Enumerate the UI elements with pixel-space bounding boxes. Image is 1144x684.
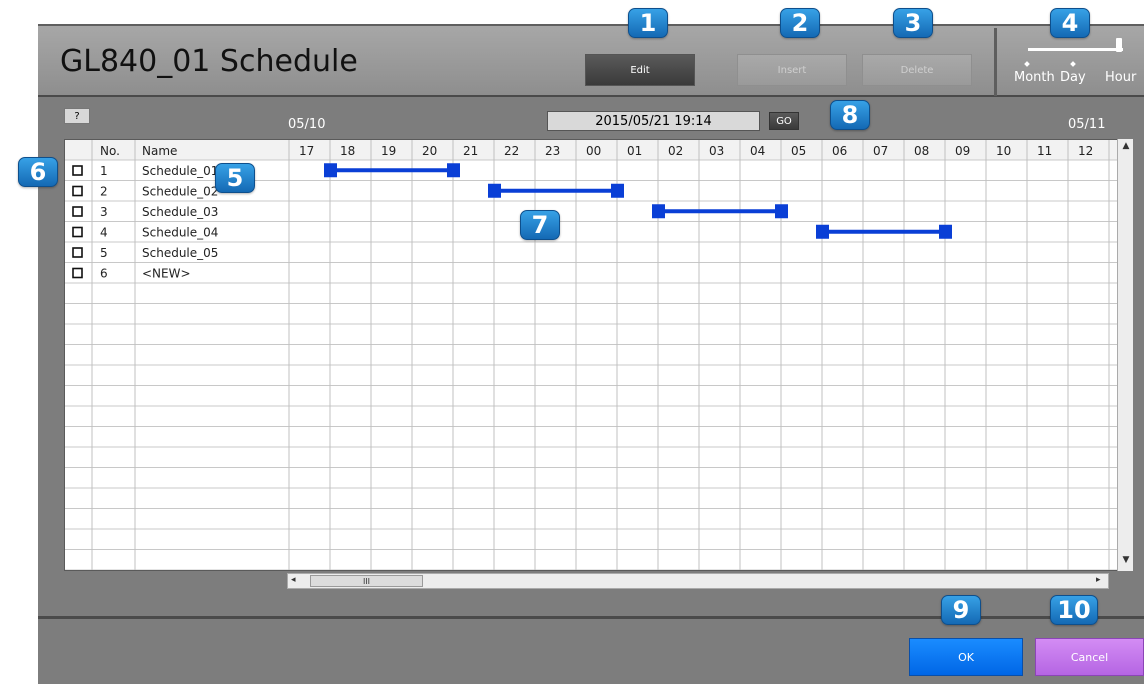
window-title: GL840_01 Schedule xyxy=(60,44,358,79)
date-label-left: 05/10 xyxy=(288,117,326,132)
hour-header-08: 08 xyxy=(914,144,929,158)
row-no: 5 xyxy=(100,246,108,260)
row-name[interactable]: Schedule_04 xyxy=(142,226,218,240)
schedule-start-handle[interactable] xyxy=(324,163,337,178)
row-name[interactable]: Schedule_03 xyxy=(142,205,218,219)
hour-header-22: 22 xyxy=(504,144,519,158)
hour-header-01: 01 xyxy=(627,144,642,158)
row-no: 2 xyxy=(100,185,108,199)
row-checkbox[interactable] xyxy=(72,165,83,176)
scroll-up-icon[interactable]: ▲ xyxy=(1118,139,1134,153)
row-name[interactable]: Schedule_01 xyxy=(142,164,218,178)
hour-header-19: 19 xyxy=(381,144,396,158)
schedule-grid[interactable]: No. Name 17 18 19 20 21 22 23 00 01 02 03 04 05 06 07 08 0… xyxy=(64,139,1118,571)
datetime-field[interactable]: 2015/05/21 19:14 xyxy=(547,111,760,131)
row-checkbox[interactable] xyxy=(72,267,83,279)
row-no: 6 xyxy=(100,267,108,281)
vertical-scrollbar[interactable]: ▲ ▼ xyxy=(1117,139,1133,571)
schedule-start-handle[interactable] xyxy=(652,204,665,219)
hour-header-02: 02 xyxy=(668,144,683,158)
hour-header-05: 05 xyxy=(791,144,806,158)
callout-badge-3: 3 xyxy=(893,8,933,38)
zoom-thumb[interactable] xyxy=(1116,38,1122,52)
header-separator xyxy=(994,28,997,96)
schedule-start-handle[interactable] xyxy=(816,224,829,239)
help-button[interactable]: ? xyxy=(64,108,90,124)
callout-badge-10: 10 xyxy=(1050,595,1098,625)
row-name[interactable]: Schedule_02 xyxy=(142,185,218,199)
ok-button[interactable]: OK xyxy=(909,638,1023,676)
row-no: 1 xyxy=(100,164,108,178)
row-name[interactable]: <NEW> xyxy=(142,267,191,281)
hour-header-03: 03 xyxy=(709,144,724,158)
date-label-right: 05/11 xyxy=(1068,117,1106,132)
schedule-end-handle[interactable] xyxy=(939,224,952,239)
edit-button[interactable]: Edit xyxy=(585,54,695,86)
row-checkbox[interactable] xyxy=(72,226,83,238)
horizontal-scroll-thumb[interactable]: III xyxy=(310,575,423,587)
hour-header-21: 21 xyxy=(463,144,478,158)
row-no: 4 xyxy=(100,226,108,240)
header-name: Name xyxy=(142,144,177,158)
callout-badge-1: 1 xyxy=(628,8,668,38)
row-no: 3 xyxy=(100,205,108,219)
hour-header-11: 11 xyxy=(1037,144,1052,158)
scroll-down-icon[interactable]: ▼ xyxy=(1118,553,1134,567)
row-checkbox[interactable] xyxy=(72,206,83,217)
callout-badge-2: 2 xyxy=(780,8,820,38)
zoom-label-month: Month xyxy=(1014,70,1055,85)
hour-header-12: 12 xyxy=(1078,144,1093,158)
callout-badge-8: 8 xyxy=(830,100,870,130)
callout-badge-4: 4 xyxy=(1050,8,1090,38)
hour-header-10: 10 xyxy=(996,144,1011,158)
row-name[interactable]: Schedule_05 xyxy=(142,246,218,260)
scroll-right-icon[interactable]: ▸ xyxy=(1096,575,1101,585)
hour-header-07: 07 xyxy=(873,144,888,158)
hour-header-18: 18 xyxy=(340,144,355,158)
header-no: No. xyxy=(100,144,120,158)
callout-badge-5: 5 xyxy=(215,163,255,193)
callout-badge-9: 9 xyxy=(941,595,981,625)
zoom-tick-month xyxy=(1024,61,1030,67)
zoom-label-day: Day xyxy=(1060,70,1086,85)
callout-badge-7: 7 xyxy=(520,210,560,240)
hour-header-09: 09 xyxy=(955,144,970,158)
zoom-label-hour: Hour xyxy=(1105,70,1137,85)
zoom-track[interactable] xyxy=(1028,48,1123,51)
row-checkbox[interactable] xyxy=(72,247,83,258)
callout-badge-6: 6 xyxy=(18,157,58,187)
hour-header-04: 04 xyxy=(750,144,765,158)
horizontal-scrollbar[interactable]: ◂ III ▸ xyxy=(287,573,1109,589)
schedule-end-handle[interactable] xyxy=(775,204,788,219)
hour-header-23: 23 xyxy=(545,144,560,158)
hour-header-06: 06 xyxy=(832,144,847,158)
go-button[interactable]: GO xyxy=(769,112,799,130)
hour-header-20: 20 xyxy=(422,144,437,158)
insert-button[interactable]: Insert xyxy=(737,54,847,86)
hour-header-17: 17 xyxy=(299,144,314,158)
schedule-end-handle[interactable] xyxy=(611,183,624,198)
row-checkbox[interactable] xyxy=(72,185,83,197)
zoom-tick-day xyxy=(1070,61,1076,67)
scroll-left-icon[interactable]: ◂ xyxy=(291,575,296,585)
hour-header-00: 00 xyxy=(586,144,601,158)
cancel-button[interactable]: Cancel xyxy=(1035,638,1144,676)
delete-button[interactable]: Delete xyxy=(862,54,972,86)
schedule-grid-svg: No. Name 17 18 19 20 21 22 23 00 01 02 03 04 05 06 07 08 0… xyxy=(65,140,1117,570)
schedule-start-handle[interactable] xyxy=(488,183,501,198)
schedule-end-handle[interactable] xyxy=(447,163,460,178)
